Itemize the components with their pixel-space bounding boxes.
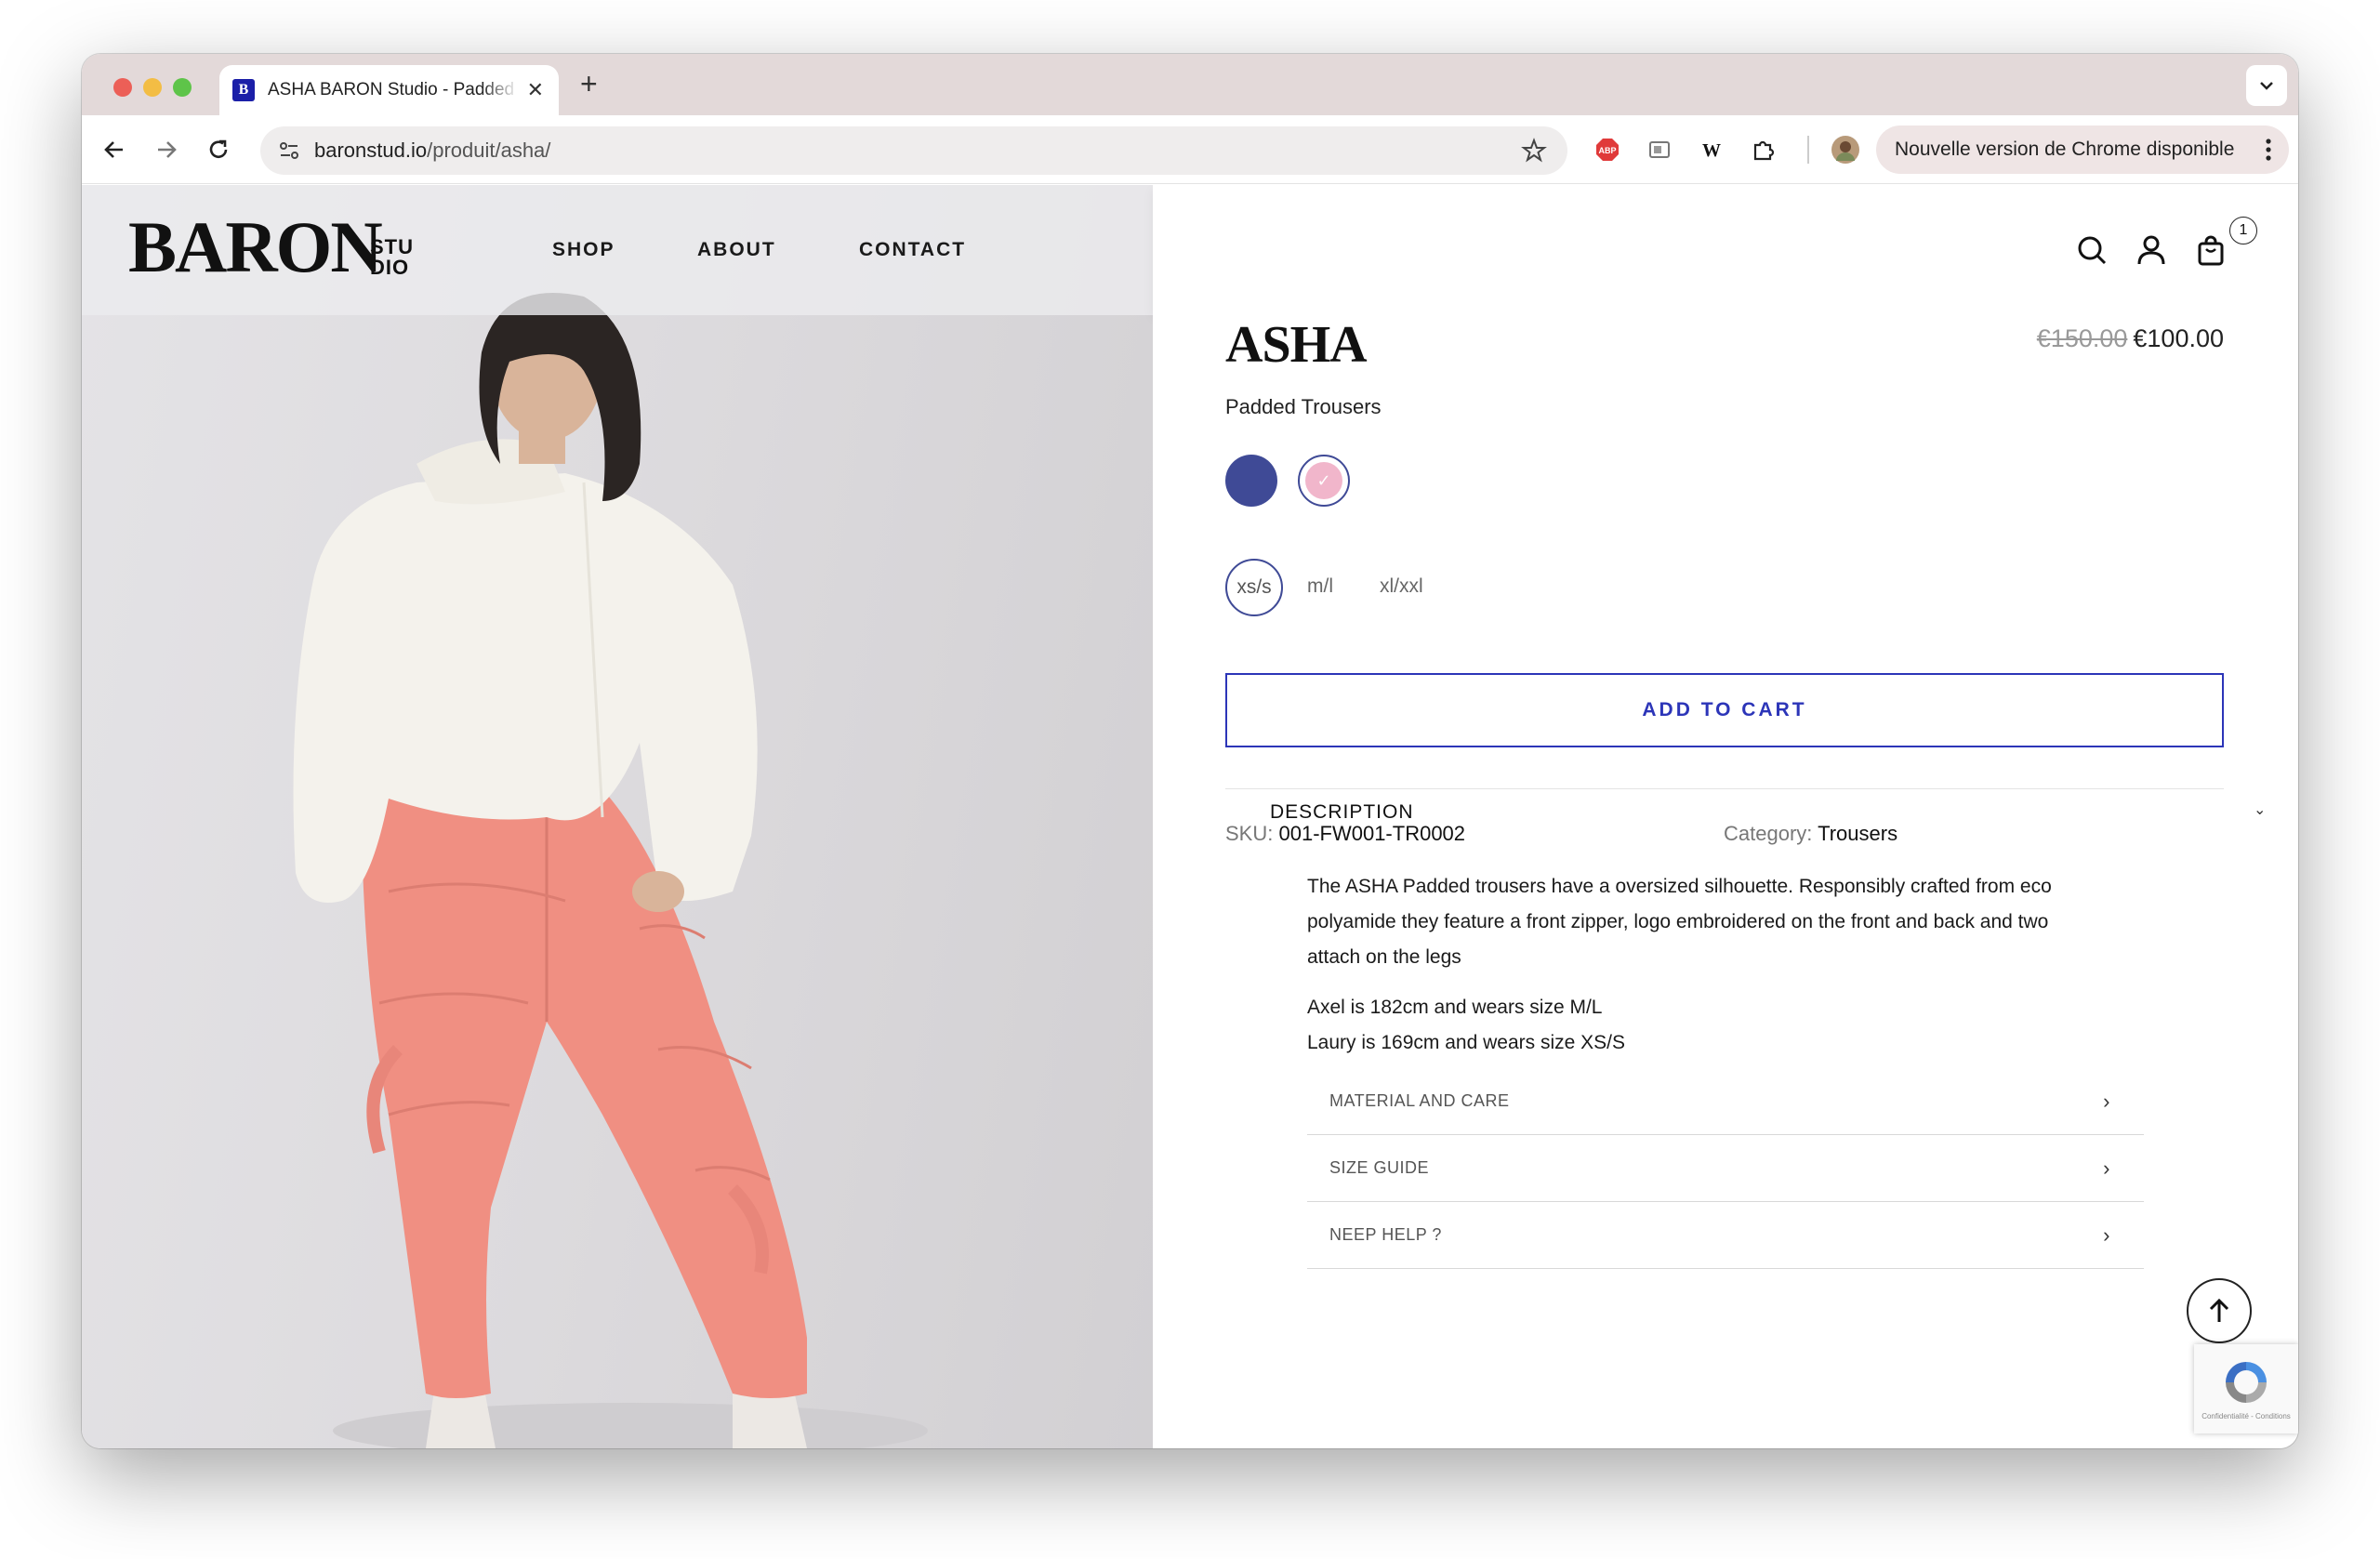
product-subtitle: Padded Trousers: [1225, 395, 1382, 418]
chevron-down-icon: [2260, 82, 2273, 90]
arrow-up-icon: [2209, 1298, 2229, 1322]
site-logo-sub[interactable]: STU DIO: [370, 237, 414, 278]
favicon-icon: B: [232, 79, 255, 101]
svg-text:ABP: ABP: [1598, 146, 1616, 155]
header-left: BARON STU DIO SHOP ABOUT CONTACT: [82, 185, 1153, 315]
size-option-xl-xxl[interactable]: xl/xxl: [1380, 575, 1423, 598]
profile-avatar[interactable]: [1830, 134, 1861, 165]
accordion-need-help[interactable]: NEEP HELP ? ›: [1307, 1202, 2144, 1269]
cart-icon[interactable]: [2192, 231, 2229, 269]
recaptcha-icon: [2226, 1361, 2267, 1403]
site-header: BARON STU DIO SHOP ABOUT CONTACT 1: [82, 185, 2298, 315]
category-link[interactable]: Trousers: [1818, 822, 1897, 845]
minimize-window-button[interactable]: [143, 78, 162, 97]
browser-tab[interactable]: B ASHA BARON Studio - Padded Trousers ✕: [219, 65, 559, 115]
new-tab-icon[interactable]: +: [580, 67, 598, 101]
chrome-update-button[interactable]: Nouvelle version de Chrome disponible: [1876, 126, 2289, 174]
product-title: ASHA: [1225, 316, 1368, 374]
search-icon[interactable]: [2073, 231, 2110, 269]
recaptcha-badge[interactable]: Confidentialité - Conditions: [2194, 1344, 2298, 1433]
nav-shop[interactable]: SHOP: [552, 239, 615, 261]
product-details: ASHA €150.00 €100.00 Padded Trousers ✓ xs…: [1153, 315, 2298, 1448]
browser-toolbar: baronstud.io/produit/asha/ ABP W Nouvell…: [82, 115, 2298, 184]
reader-extension-icon[interactable]: [1644, 134, 1675, 165]
product-price: €150.00 €100.00: [2037, 324, 2224, 353]
description-body: The ASHA Padded trousers have a oversize…: [1307, 869, 2107, 1061]
site-logo[interactable]: BARON: [128, 211, 383, 284]
adblock-icon[interactable]: ABP: [1592, 134, 1623, 165]
category: Category: Trousers: [1724, 822, 1898, 845]
tab-close-icon[interactable]: ✕: [527, 78, 544, 102]
extensions-puzzle-icon[interactable]: [1748, 134, 1779, 165]
product-photo: [82, 185, 1153, 1448]
url-text: baronstud.io/produit/asha/: [314, 139, 551, 162]
color-swatch-pink[interactable]: ✓: [1298, 455, 1350, 507]
close-window-button[interactable]: [113, 78, 132, 97]
model-info: Axel is 182cm and wears size M/L Laury i…: [1307, 997, 1625, 1053]
account-icon[interactable]: [2133, 231, 2170, 269]
site-settings-icon[interactable]: [277, 139, 301, 163]
description-toggle[interactable]: DESCRIPTION: [1270, 801, 1414, 824]
add-to-cart-button[interactable]: ADD TO CART: [1225, 673, 2224, 747]
svg-text:W: W: [1702, 140, 1721, 161]
reload-icon[interactable]: [205, 136, 232, 164]
recaptcha-text: Confidentialité - Conditions: [2202, 1411, 2291, 1420]
web-page: BARON STU DIO SHOP ABOUT CONTACT 1 ASHA …: [82, 185, 2298, 1448]
header-right: [1153, 185, 2298, 315]
chevron-down-icon[interactable]: ⌄: [2254, 800, 2266, 819]
accordion-size-guide[interactable]: SIZE GUIDE ›: [1307, 1135, 2144, 1202]
check-icon: ✓: [1305, 462, 1342, 499]
description-text: The ASHA Padded trousers have a oversize…: [1307, 876, 2052, 968]
address-bar[interactable]: baronstud.io/produit/asha/: [260, 126, 1567, 175]
more-menu-icon[interactable]: [2265, 137, 2272, 163]
tab-search-button[interactable]: [2246, 65, 2287, 106]
cart-count-badge: 1: [2229, 217, 2257, 244]
size-option-xs-s[interactable]: xs/s: [1225, 559, 1283, 616]
browser-window: B ASHA BARON Studio - Padded Trousers ✕ …: [82, 54, 2298, 1448]
back-icon[interactable]: [100, 136, 128, 164]
toolbar-divider: [1807, 136, 1809, 164]
nav-contact[interactable]: CONTACT: [859, 239, 966, 261]
sale-price: €100.00: [2133, 324, 2224, 352]
bookmark-star-icon[interactable]: [1521, 138, 1547, 164]
tab-bar: B ASHA BARON Studio - Padded Trousers ✕ …: [82, 54, 2298, 115]
tab-title: ASHA BARON Studio - Padded Trousers: [268, 80, 519, 99]
divider: [1225, 788, 2224, 789]
chevron-right-icon: ›: [2103, 1222, 2110, 1247]
old-price: €150.00: [2036, 324, 2128, 352]
scroll-to-top-button[interactable]: [2187, 1278, 2252, 1343]
sku: SKU: 001-FW001-TR0002: [1225, 822, 1466, 845]
accordion-material-care[interactable]: MATERIAL AND CARE ›: [1307, 1068, 2144, 1135]
chevron-right-icon: ›: [2103, 1089, 2110, 1113]
update-label: Nouvelle version de Chrome disponible: [1895, 139, 2235, 160]
color-swatch-blue[interactable]: [1225, 455, 1277, 507]
nav-about[interactable]: ABOUT: [697, 239, 776, 261]
forward-icon[interactable]: [152, 136, 180, 164]
w-extension-icon[interactable]: W: [1696, 134, 1727, 165]
chevron-right-icon: ›: [2103, 1156, 2110, 1180]
size-option-m-l[interactable]: m/l: [1307, 575, 1333, 598]
maximize-window-button[interactable]: [173, 78, 192, 97]
